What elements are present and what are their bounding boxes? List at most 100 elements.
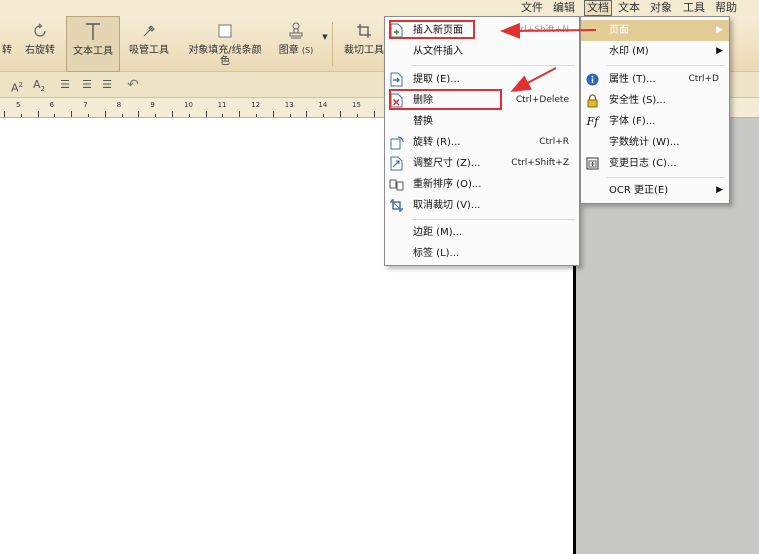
rotate-label: 旋转 (R)... (413, 137, 461, 148)
submenu-change-log[interactable]: 变更日志 (C)... (581, 153, 729, 174)
ruler-tick (222, 114, 224, 117)
ruler-number: 7 (83, 101, 88, 109)
ruler-tick (71, 111, 73, 117)
watermark-label: 水印 (M) (609, 46, 649, 57)
eyedropper-icon (124, 20, 174, 42)
rotate-page-icon (389, 135, 404, 150)
ruler-tick (205, 111, 207, 117)
submenu-fonts[interactable]: Ff 字体 (F)... (581, 111, 729, 132)
stamp-key: (S) (301, 46, 314, 55)
resize-shortcut: Ctrl+Shift+Z (511, 158, 569, 168)
ruler-tick (54, 114, 56, 117)
ruler-tick (188, 114, 190, 117)
superscript-button[interactable]: A2 (8, 75, 26, 95)
ruler-number: 11 (217, 101, 227, 109)
ruler-tick (373, 111, 375, 117)
reorder-pages-icon (389, 177, 404, 192)
submenu-security[interactable]: 安全性 (S)... (581, 90, 729, 111)
submenu-page[interactable]: 页面 ▶ (581, 20, 729, 41)
text-tool-label: 文本工具 (73, 46, 113, 57)
text-tool-icon (67, 21, 119, 43)
insert-new-page-shortcut: Ctrl+Shift+N (510, 25, 569, 35)
ruler-number: 6 (49, 101, 55, 109)
document-menu: 插入新页面 Ctrl+Shift+N 从文件插入 提取 (E)... 删除 Ct… (384, 16, 580, 266)
subscript-button[interactable]: A2 (30, 75, 48, 95)
menu-edit[interactable]: 编辑 (551, 0, 577, 16)
rotate-right-button[interactable]: 右旋转 (20, 16, 60, 72)
resize-label: 调整尺寸 (Z)... (413, 158, 481, 169)
word-count-label: 字数统计 (W)... (609, 137, 680, 148)
extract-page-icon (389, 72, 404, 87)
ruler-tick (104, 111, 106, 117)
fill-color-label-2: 色 (220, 56, 230, 67)
submenu-word-count[interactable]: 字数统计 (W)... (581, 132, 729, 153)
stamp-dropdown[interactable]: ▼ (320, 16, 330, 72)
annotation-box-insert (389, 20, 475, 39)
delete-shortcut: Ctrl+Delete (515, 95, 569, 105)
menu-tools[interactable]: 工具 (681, 0, 707, 16)
fill-color-button[interactable]: 对象填充/线条颜 色 (182, 16, 268, 72)
ruler-tick (4, 111, 5, 117)
lock-icon (585, 93, 600, 108)
stamp-label: 图章 (278, 45, 299, 56)
menu-replace[interactable]: 替换 (385, 111, 579, 132)
text-tool-button[interactable]: 文本工具 (66, 16, 120, 72)
ruler-number: 8 (116, 101, 122, 109)
ruler-number: 14 (318, 101, 328, 109)
ruler-number: 5 (16, 101, 21, 109)
ruler-tick (88, 114, 89, 117)
stamp-button[interactable]: 图章 (S) (274, 16, 318, 72)
annotation-box-delete (389, 89, 502, 110)
rotate-icon (20, 20, 60, 42)
superscript-label: A (11, 81, 19, 95)
ruler-tick (121, 114, 123, 117)
rotate-right-label: 右旋转 (25, 45, 55, 56)
ruler-tick (256, 114, 257, 117)
info-icon (585, 72, 600, 87)
menu-reorder[interactable]: 重新排序 (O)... (385, 174, 579, 195)
ruler-tick (155, 114, 157, 117)
menu-insert-from-file[interactable]: 从文件插入 (385, 41, 579, 62)
ruler-tick (340, 111, 341, 117)
rotate-left-button[interactable]: 转 (0, 16, 14, 72)
align-left-icon[interactable]: ☰ (56, 75, 74, 95)
menu-separator (411, 65, 575, 66)
undo-icon[interactable]: ↶ (124, 75, 142, 95)
submenu-arrow-icon: ▶ (716, 25, 723, 35)
ruler-tick (289, 114, 291, 117)
resize-page-icon (389, 156, 404, 171)
ruler-tick (272, 111, 274, 117)
ruler-tick (323, 114, 325, 117)
align-right-icon[interactable]: ☰ (98, 75, 116, 95)
security-label: 安全性 (S)... (609, 95, 666, 106)
menu-labels[interactable]: 标签 (L)... (385, 243, 579, 264)
ruler-number: 9 (150, 101, 155, 109)
submenu-ocr-correction[interactable]: OCR 更正(E) ▶ (581, 180, 729, 201)
margins-label: 边距 (M)... (413, 227, 463, 238)
labels-label: 标签 (L)... (413, 248, 460, 259)
font-icon: Ff (586, 115, 599, 128)
eyedropper-label: 吸管工具 (129, 45, 169, 56)
submenu-properties[interactable]: 属性 (T)... Ctrl+D (581, 69, 729, 90)
submenu-watermark[interactable]: 水印 (M) ▶ (581, 41, 729, 62)
eyedropper-button[interactable]: 吸管工具 (124, 16, 174, 72)
stamp-icon (274, 20, 318, 42)
menu-object[interactable]: 对象 (648, 0, 674, 16)
crop-tool-button[interactable]: 裁切工具 (340, 16, 388, 72)
page-label: 页面 (609, 25, 629, 36)
ruler-number: 10 (184, 101, 193, 109)
menu-document[interactable]: 文档 (584, 0, 612, 16)
align-center-icon[interactable]: ☰ (78, 75, 96, 95)
menu-help[interactable]: 帮助 (713, 0, 739, 16)
menu-extract[interactable]: 提取 (E)... (385, 69, 579, 90)
crop-tool-label: 裁切工具 (344, 45, 384, 56)
menu-rotate[interactable]: 旋转 (R)... Ctrl+R (385, 132, 579, 153)
menu-separator (607, 65, 725, 66)
menu-resize[interactable]: 调整尺寸 (Z)... Ctrl+Shift+Z (385, 153, 579, 174)
menu-margins[interactable]: 边距 (M)... (385, 222, 579, 243)
menu-file[interactable]: 文件 (519, 0, 545, 16)
menu-text[interactable]: 文本 (616, 0, 642, 16)
submenu-arrow-icon: ▶ (716, 185, 723, 195)
menu-uncrop[interactable]: 取消裁切 (V)... (385, 195, 579, 216)
change-log-icon (585, 156, 600, 171)
